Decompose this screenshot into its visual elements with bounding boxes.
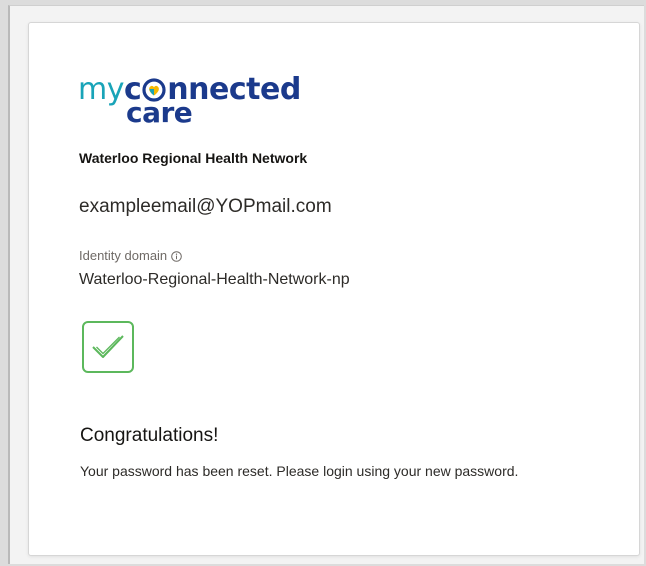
identity-domain-value: Waterloo-Regional-Health-Network-np [79,271,350,288]
organization-name: Waterloo Regional Health Network [79,150,308,166]
checkmark-icon [92,335,124,358]
logo-text-care: care [126,96,193,129]
info-icon[interactable] [171,250,182,262]
identity-domain-label: Identity domain [79,248,182,263]
success-title: Congratulations! [80,425,219,446]
identity-domain-label-text: Identity domain [79,248,168,263]
user-email: exampleemail@YOPmail.com [79,196,332,217]
success-check-badge [82,321,134,373]
logo-text-my: my [78,72,124,107]
success-message: Your password has been reset. Please log… [80,463,519,479]
myconnectedcare-logo: myc nnected care [78,74,318,134]
